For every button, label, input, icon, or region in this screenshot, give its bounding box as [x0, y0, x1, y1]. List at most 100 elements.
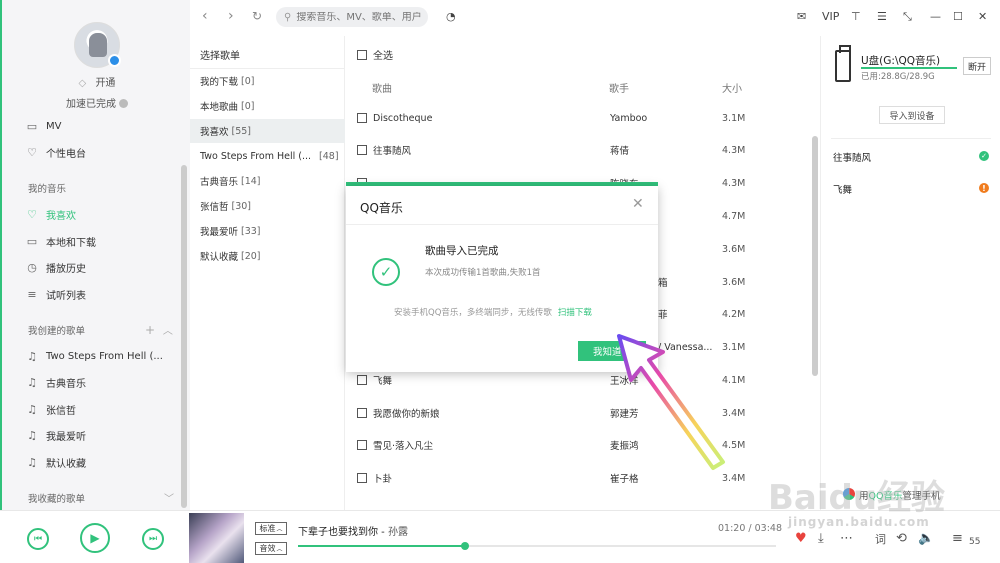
- usb-drive-icon: [835, 45, 851, 82]
- mini-mode-icon[interactable]: ⤡: [903, 10, 912, 24]
- sound-effect-button[interactable]: 音效 ︿: [255, 542, 287, 555]
- sidebar-item-playlist[interactable]: ♫ 默认收藏: [26, 453, 86, 471]
- checkbox[interactable]: [357, 440, 367, 450]
- track-artist[interactable]: 孙露: [388, 527, 408, 538]
- previous-track-button[interactable]: ⏮: [27, 528, 49, 550]
- playlist-option-selected[interactable]: 我喜欢 [55]: [190, 119, 345, 143]
- dialog-subtext: 本次成功传输1首歌曲,失败1首: [425, 268, 541, 278]
- sidebar-item-history[interactable]: ◷ 播放历史: [26, 258, 86, 276]
- heart-icon: ♡: [27, 207, 37, 221]
- next-track-button[interactable]: ⏭: [142, 528, 164, 550]
- playlist-option[interactable]: 我最爱听 [33]: [190, 219, 345, 243]
- playlist-option[interactable]: 默认收藏 [20]: [190, 244, 345, 268]
- storage-bar: [861, 67, 957, 69]
- previous-icon: ⏮: [33, 534, 43, 544]
- vip-button[interactable]: VIP: [822, 10, 839, 23]
- radio-heart-icon: ♡: [27, 145, 37, 159]
- menu-icon[interactable]: ☰: [877, 10, 887, 23]
- play-icon: ▶: [90, 531, 100, 545]
- album-cover[interactable]: [189, 513, 244, 563]
- playlist-option[interactable]: Two Steps From Hell (... [48]: [190, 144, 345, 168]
- table-row[interactable]: 雪见·落入凡尘 麦振鸿 4.5M: [345, 429, 810, 461]
- expand-icon[interactable]: ﹀: [164, 490, 174, 505]
- sidebar-item-radio[interactable]: ♡ 个性电台: [26, 143, 86, 161]
- tv-icon: ▭: [26, 119, 38, 133]
- song-scrollbar[interactable]: [812, 136, 818, 376]
- sidebar-item-favorites[interactable]: ♡ 我喜欢: [26, 205, 76, 223]
- loop-mode-icon[interactable]: ⟲: [896, 531, 907, 546]
- device-panel: U盘(G:\QQ音乐) 已用:28.8G/28.9G 断开 导入到设备 往事随风…: [820, 36, 1000, 510]
- close-icon[interactable]: ✕: [978, 10, 987, 23]
- select-all-checkbox[interactable]: 全选: [357, 47, 393, 62]
- download-icon[interactable]: ⤓: [818, 531, 824, 546]
- minimize-icon[interactable]: —: [930, 10, 941, 23]
- sidebar-item-playlist[interactable]: ♫ 古典音乐: [26, 373, 86, 391]
- more-icon[interactable]: ⋯: [840, 531, 853, 546]
- like-heart-icon[interactable]: ♥: [795, 531, 807, 546]
- table-row[interactable]: Discotheque Yamboo 3.1M: [345, 102, 810, 134]
- table-row[interactable]: 往事随风 蒋倩 4.3M: [345, 134, 810, 166]
- sidebar-scrollbar[interactable]: [181, 165, 187, 508]
- checkbox[interactable]: [357, 408, 367, 418]
- forward-icon[interactable]: ›: [228, 8, 234, 24]
- quality-button[interactable]: 标准 ︿: [255, 522, 287, 535]
- checkbox[interactable]: [357, 145, 367, 155]
- device-song: 飞舞: [833, 185, 853, 196]
- user-avatar[interactable]: [74, 22, 121, 68]
- playlist-option[interactable]: 张信哲 [30]: [190, 194, 345, 218]
- column-header-size[interactable]: 大小: [722, 80, 742, 95]
- sidebar-item-mv[interactable]: ▭ MV: [26, 117, 62, 135]
- clock-icon: ◷: [27, 260, 37, 274]
- sidebar-item-playlist[interactable]: ♫ Two Steps From Hell (...: [26, 347, 163, 365]
- column-header-song[interactable]: 歌曲: [372, 80, 392, 95]
- chevron-up-icon: ︿: [276, 526, 283, 533]
- play-button[interactable]: ▶: [80, 523, 110, 553]
- divider: [831, 138, 991, 139]
- checkbox[interactable]: [357, 49, 367, 60]
- divider: [346, 224, 658, 225]
- scan-download-link[interactable]: 扫描下载: [558, 308, 592, 318]
- track-title[interactable]: 下辈子也要找到你: [298, 527, 378, 538]
- checkbox[interactable]: [357, 375, 367, 385]
- search-input[interactable]: [296, 11, 427, 23]
- dialog-promo: 安装手机QQ音乐，多终端同步，无线传歌 扫描下载: [394, 308, 592, 318]
- table-row[interactable]: 我愿做你的新娘 郭建芳 3.4M: [345, 397, 810, 429]
- rainbow-pointer-arrow-icon: [617, 334, 725, 470]
- playlist-option[interactable]: 古典音乐 [14]: [190, 169, 345, 193]
- table-row[interactable]: 卜卦 崔子格 3.4M: [345, 462, 810, 494]
- maximize-icon[interactable]: ☐: [953, 10, 963, 23]
- checkbox[interactable]: [357, 473, 367, 483]
- import-complete-dialog: QQ音乐 ✕ ✓ 歌曲导入已完成 本次成功传输1首歌曲,失败1首 安装手机QQ音…: [346, 186, 658, 372]
- progress-bar[interactable]: [298, 542, 776, 550]
- import-to-device-button[interactable]: 导入到设备: [879, 106, 945, 124]
- section-collected-playlists: 我收藏的歌单: [28, 494, 86, 505]
- checkbox[interactable]: [357, 113, 367, 123]
- queue-count: 55: [969, 537, 981, 547]
- collapse-icon[interactable]: ︿: [163, 326, 173, 337]
- progress-handle[interactable]: [461, 542, 470, 550]
- section-tools: + ︿: [145, 322, 173, 337]
- dialog-close-icon[interactable]: ✕: [632, 196, 644, 212]
- column-header-artist[interactable]: 歌手: [609, 80, 629, 95]
- sidebar-item-local[interactable]: ▭ 本地和下载: [26, 232, 96, 250]
- back-icon[interactable]: ‹: [202, 8, 208, 24]
- recognize-music-icon[interactable]: ◔: [446, 10, 456, 23]
- playlist-queue-icon[interactable]: ≡: [952, 531, 963, 546]
- sidebar-item-playlist[interactable]: ♫ 我最爱听: [26, 426, 86, 444]
- accel-status: 加速已完成: [2, 95, 192, 110]
- playlist-option[interactable]: 我的下载 [0]: [190, 69, 345, 93]
- skin-icon[interactable]: ⊤: [851, 10, 861, 23]
- music-note-icon: ♫: [27, 455, 37, 469]
- mail-icon[interactable]: ✉: [797, 10, 806, 23]
- playlist-option[interactable]: 本地歌曲 [0]: [190, 94, 345, 118]
- disconnect-button[interactable]: 断开: [963, 57, 991, 75]
- lyrics-button[interactable]: 词: [875, 531, 886, 547]
- volume-icon[interactable]: 🔈: [918, 531, 934, 546]
- section-my-music: 我的音乐: [28, 184, 67, 195]
- add-playlist-icon[interactable]: +: [145, 323, 155, 337]
- sidebar-item-playlist[interactable]: ♫ 张信哲: [26, 400, 76, 418]
- refresh-icon[interactable]: ↻: [252, 9, 262, 23]
- open-vip-link[interactable]: ◇ 开通: [2, 74, 192, 89]
- sidebar-item-trial-list[interactable]: ≡ 试听列表: [26, 285, 86, 303]
- search-box[interactable]: ⚲: [276, 7, 428, 27]
